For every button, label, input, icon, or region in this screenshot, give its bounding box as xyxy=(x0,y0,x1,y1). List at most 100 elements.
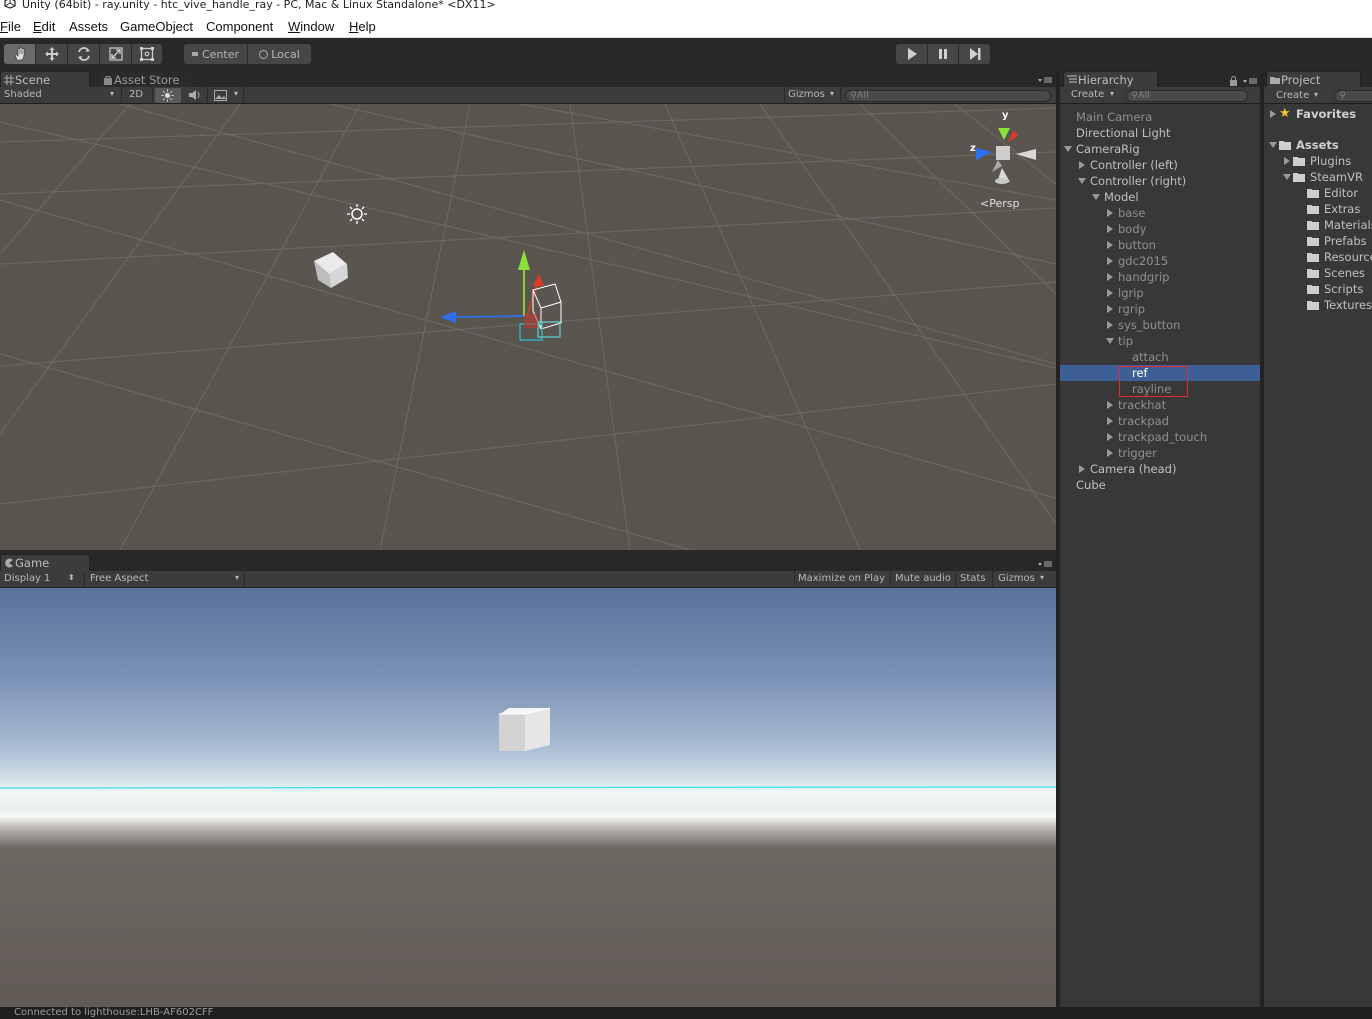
project-folder-plugins[interactable]: Plugins xyxy=(1264,153,1372,169)
scene-search-input[interactable]: ⚲All xyxy=(845,90,1051,102)
collapsed-arrow-icon[interactable] xyxy=(1078,465,1086,473)
game-view[interactable] xyxy=(0,588,1056,1007)
collapsed-arrow-icon[interactable] xyxy=(1269,110,1277,118)
mode-2d-toggle[interactable]: 2D xyxy=(129,89,143,100)
hierarchy-item-rgrip[interactable]: rgrip xyxy=(1060,301,1260,317)
project-favorites[interactable]: ★ Favorites xyxy=(1264,106,1372,122)
project-folder-resources[interactable]: Resources xyxy=(1264,249,1372,265)
pane-divider[interactable] xyxy=(1260,70,1264,1007)
hierarchy-item-model[interactable]: Model xyxy=(1060,189,1260,205)
collapsed-arrow-icon[interactable] xyxy=(1106,321,1114,329)
menu-component[interactable]: Component xyxy=(206,19,273,34)
projection-toggle[interactable]: <Persp xyxy=(980,197,1019,210)
project-folder-editor[interactable]: Editor xyxy=(1264,185,1372,201)
menu-assets[interactable]: Assets xyxy=(69,19,108,34)
menu-file[interactable]: File xyxy=(0,19,21,34)
pivot-space-button[interactable]: Local xyxy=(248,44,311,64)
expanded-arrow-icon[interactable] xyxy=(1283,173,1291,181)
panel-menu-icon[interactable] xyxy=(1038,76,1052,84)
collapsed-arrow-icon[interactable] xyxy=(1106,257,1114,265)
expanded-arrow-icon[interactable] xyxy=(1269,141,1277,149)
hierarchy-item-cube[interactable]: Cube xyxy=(1060,477,1260,493)
scale-tool-button[interactable] xyxy=(100,44,132,64)
scene-lighting-toggle[interactable] xyxy=(155,88,181,103)
stats-toggle[interactable]: Stats xyxy=(960,573,986,584)
image-effects-icon[interactable] xyxy=(214,90,227,101)
pane-divider[interactable] xyxy=(1056,70,1060,1007)
collapsed-arrow-icon[interactable] xyxy=(1106,289,1114,297)
collapsed-arrow-icon[interactable] xyxy=(1106,273,1114,281)
project-create-dropdown[interactable]: Create xyxy=(1276,90,1309,101)
hierarchy-item-attach[interactable]: attach xyxy=(1060,349,1260,365)
hand-tool-button[interactable] xyxy=(4,44,36,64)
game-panel-menu-icon[interactable] xyxy=(1038,560,1052,568)
menu-window[interactable]: Window xyxy=(288,19,334,34)
expanded-arrow-icon[interactable] xyxy=(1092,193,1100,201)
menu-gameobject[interactable]: GameObject xyxy=(120,19,193,34)
pivot-center-button[interactable]: Center xyxy=(184,44,248,64)
collapsed-arrow-icon[interactable] xyxy=(1078,161,1086,169)
step-button[interactable] xyxy=(959,44,990,64)
lock-icon[interactable] xyxy=(1229,76,1238,86)
collapsed-arrow-icon[interactable] xyxy=(1106,449,1114,457)
hierarchy-item-trackpad-touch[interactable]: trackpad_touch xyxy=(1060,429,1260,445)
hierarchy-item-body[interactable]: body xyxy=(1060,221,1260,237)
rotate-tool-button[interactable] xyxy=(68,44,100,64)
hierarchy-item-controller-right[interactable]: Controller (right) xyxy=(1060,173,1260,189)
project-assets[interactable]: Assets xyxy=(1264,137,1372,153)
tab-hierarchy[interactable]: Hierarchy xyxy=(1063,71,1158,88)
project-folder-prefabs[interactable]: Prefabs xyxy=(1264,233,1372,249)
rect-tool-button[interactable] xyxy=(132,44,162,64)
collapsed-arrow-icon[interactable] xyxy=(1283,157,1291,165)
display-dropdown[interactable]: Display 1 xyxy=(4,573,50,584)
play-button[interactable] xyxy=(896,44,928,64)
hierarchy-item-main-camera[interactable]: Main Camera xyxy=(1060,109,1260,125)
hierarchy-item-base[interactable]: base xyxy=(1060,205,1260,221)
collapsed-arrow-icon[interactable] xyxy=(1106,401,1114,409)
menu-help[interactable]: Help xyxy=(349,19,376,34)
hierarchy-create-dropdown[interactable]: Create xyxy=(1071,89,1104,100)
maximize-on-play-toggle[interactable]: Maximize on Play xyxy=(798,573,885,584)
tab-asset-store[interactable]: Asset Store xyxy=(99,71,191,88)
project-folder-extras[interactable]: Extras xyxy=(1264,201,1372,217)
effects-dropdown-icon[interactable]: ▾ xyxy=(234,89,238,98)
game-gizmos-dropdown[interactable]: Gizmos xyxy=(998,573,1035,584)
hierarchy-item-trigger[interactable]: trigger xyxy=(1060,445,1260,461)
collapsed-arrow-icon[interactable] xyxy=(1106,241,1114,249)
project-folder-scripts[interactable]: Scripts xyxy=(1264,281,1372,297)
project-folder-materials[interactable]: Materials xyxy=(1264,217,1372,233)
shading-mode-dropdown[interactable]: Shaded xyxy=(4,89,42,100)
hierarchy-item-lgrip[interactable]: lgrip xyxy=(1060,285,1260,301)
collapsed-arrow-icon[interactable] xyxy=(1106,305,1114,313)
project-folder-textures[interactable]: Textures xyxy=(1264,297,1372,313)
tab-project[interactable]: Project xyxy=(1266,71,1361,88)
menu-edit[interactable]: Edit xyxy=(33,19,55,34)
hierarchy-item-trackpad[interactable]: trackpad xyxy=(1060,413,1260,429)
collapsed-arrow-icon[interactable] xyxy=(1106,209,1114,217)
hierarchy-item-sys-button[interactable]: sys_button xyxy=(1060,317,1260,333)
hierarchy-item-button[interactable]: button xyxy=(1060,237,1260,253)
hierarchy-item-gdc2015[interactable]: gdc2015 xyxy=(1060,253,1260,269)
hierarchy-menu-icon[interactable] xyxy=(1243,77,1257,85)
hierarchy-item-trackhat[interactable]: trackhat xyxy=(1060,397,1260,413)
tab-game[interactable]: Game xyxy=(0,554,90,571)
hierarchy-item-handgrip[interactable]: handgrip xyxy=(1060,269,1260,285)
project-folder-scenes[interactable]: Scenes xyxy=(1264,265,1372,281)
project-search-input[interactable]: ⚲ xyxy=(1334,90,1372,102)
tab-scene[interactable]: Scene xyxy=(0,71,90,88)
pause-button[interactable] xyxy=(928,44,959,64)
collapsed-arrow-icon[interactable] xyxy=(1106,433,1114,441)
expanded-arrow-icon[interactable] xyxy=(1106,337,1114,345)
hierarchy-item-camerarig[interactable]: CameraRig xyxy=(1060,141,1260,157)
hierarchy-item-controller-left[interactable]: Controller (left) xyxy=(1060,157,1260,173)
hierarchy-item-camera-head[interactable]: Camera (head) xyxy=(1060,461,1260,477)
move-tool-button[interactable] xyxy=(36,44,68,64)
scene-view[interactable]: y z <Persp xyxy=(0,104,1056,550)
project-folder-steamvr[interactable]: SteamVR xyxy=(1264,169,1372,185)
gizmos-dropdown[interactable]: Gizmos xyxy=(788,89,825,100)
hierarchy-search-input[interactable]: ⚲All xyxy=(1126,90,1248,102)
speaker-icon[interactable] xyxy=(188,89,202,101)
hierarchy-item-tip[interactable]: tip xyxy=(1060,333,1260,349)
hierarchy-item-directional-light[interactable]: Directional Light xyxy=(1060,125,1260,141)
expanded-arrow-icon[interactable] xyxy=(1078,177,1086,185)
